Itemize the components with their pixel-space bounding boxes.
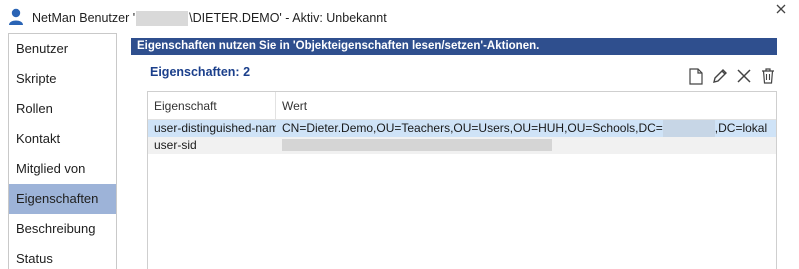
properties-table: Eigenschaft Wert user-distinguished-name…: [147, 91, 777, 269]
close-icon[interactable]: [773, 2, 789, 18]
property-name: user-distinguished-name: [148, 120, 276, 137]
new-icon[interactable]: [684, 66, 708, 86]
dialog-window: NetMan Benutzer ' \DIETER.DEMO' - Aktiv:…: [0, 0, 799, 269]
redacted-region: [282, 139, 552, 151]
edit-icon[interactable]: [708, 66, 732, 86]
main-panel: Eigenschaften nutzen Sie in 'Objekteigen…: [131, 38, 777, 269]
sidebar-item-mitglied-von[interactable]: Mitglied von: [9, 154, 116, 184]
sidebar-item-beschreibung[interactable]: Beschreibung: [9, 214, 116, 244]
delete-icon[interactable]: [732, 66, 756, 86]
property-value: [276, 137, 776, 154]
info-banner: Eigenschaften nutzen Sie in 'Objekteigen…: [131, 38, 777, 55]
column-header-wert[interactable]: Wert: [276, 92, 776, 120]
window-title-suffix: \DIETER.DEMO' - Aktiv: Unbekannt: [189, 11, 387, 25]
title-bar: NetMan Benutzer ' \DIETER.DEMO' - Aktiv:…: [0, 0, 799, 34]
trash-icon[interactable]: [756, 66, 780, 86]
redacted-region: [136, 10, 189, 26]
sidebar-item-benutzer[interactable]: Benutzer: [9, 34, 116, 64]
user-icon: [8, 8, 24, 26]
table-row[interactable]: user-distinguished-name CN=Dieter.Demo,O…: [148, 120, 776, 137]
redacted-region: [662, 120, 715, 137]
table-header: Eigenschaft Wert: [148, 92, 776, 120]
sidebar-item-kontakt[interactable]: Kontakt: [9, 124, 116, 154]
sidebar-item-status[interactable]: Status: [9, 244, 116, 269]
property-name: user-sid: [148, 137, 276, 154]
toolbar: [684, 66, 780, 86]
property-value-suffix: ,DC=lokal: [714, 121, 768, 136]
properties-count: Eigenschaften: 2: [150, 65, 251, 79]
sidebar-item-skripte[interactable]: Skripte: [9, 64, 116, 94]
window-title-prefix: NetMan Benutzer ': [32, 11, 136, 25]
sidebar: Benutzer Skripte Rollen Kontakt Mitglied…: [8, 33, 117, 269]
column-header-eigenschaft[interactable]: Eigenschaft: [148, 92, 276, 120]
property-value-prefix: CN=Dieter.Demo,OU=Teachers,OU=Users,OU=H…: [282, 121, 663, 136]
sidebar-item-eigenschaften[interactable]: Eigenschaften: [9, 184, 116, 214]
sidebar-item-rollen[interactable]: Rollen: [9, 94, 116, 124]
window-title: NetMan Benutzer ' \DIETER.DEMO' - Aktiv:…: [32, 10, 387, 26]
table-row[interactable]: user-sid: [148, 137, 776, 154]
property-value: CN=Dieter.Demo,OU=Teachers,OU=Users,OU=H…: [276, 120, 776, 137]
